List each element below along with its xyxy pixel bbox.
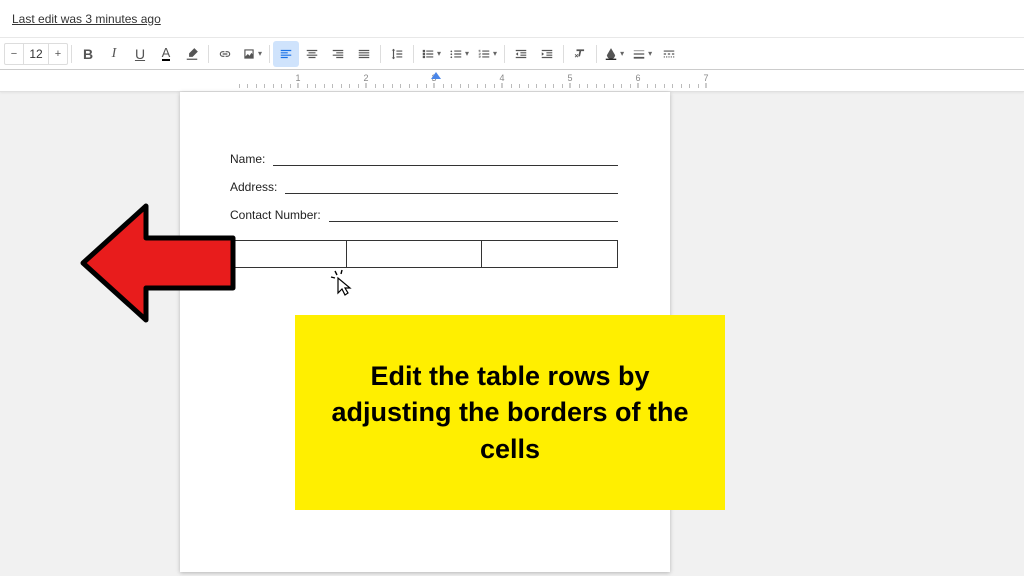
toolbar: − 12 + B I U A ▾ ▾ ▾ ▾ [0, 38, 1024, 70]
ruler-indent-marker[interactable] [431, 72, 441, 79]
separator [71, 45, 72, 63]
separator [596, 45, 597, 63]
contact-label: Contact Number: [230, 208, 321, 222]
contact-line[interactable] [329, 208, 618, 222]
underline-button[interactable]: U [127, 41, 153, 67]
italic-button[interactable]: I [101, 41, 127, 67]
app-header: Last edit was 3 minutes ago [0, 0, 1024, 38]
name-line[interactable] [273, 152, 618, 166]
ruler-tick: 5 [567, 73, 572, 88]
ruler-tick: 1 [295, 73, 300, 88]
font-size-value[interactable]: 12 [23, 44, 49, 64]
insert-image-button[interactable]: ▾ [238, 41, 266, 67]
line-spacing-button[interactable] [384, 41, 410, 67]
separator [563, 45, 564, 63]
border-color-button[interactable]: ▾ [600, 41, 628, 67]
form-row-name: Name: [230, 152, 618, 166]
font-size-increase-button[interactable]: + [49, 44, 67, 64]
indent-decrease-button[interactable] [508, 41, 534, 67]
text-color-button[interactable]: A [153, 41, 179, 67]
indent-increase-button[interactable] [534, 41, 560, 67]
ruler[interactable]: 1234567 [0, 70, 1024, 92]
border-style-button[interactable] [656, 41, 682, 67]
font-size-stepper[interactable]: − 12 + [4, 43, 68, 65]
table-cell[interactable] [231, 241, 347, 267]
address-line[interactable] [285, 180, 618, 194]
ruler-tick: 2 [363, 73, 368, 88]
bullet-list-button[interactable]: ▾ [445, 41, 473, 67]
align-left-button[interactable] [273, 41, 299, 67]
clear-formatting-button[interactable] [567, 41, 593, 67]
align-justify-button[interactable] [351, 41, 377, 67]
last-edit-link[interactable]: Last edit was 3 minutes ago [12, 12, 161, 26]
ruler-tick: 6 [635, 73, 640, 88]
instruction-text: Edit the table rows by adjusting the bor… [323, 358, 697, 467]
address-label: Address: [230, 180, 277, 194]
checklist-button[interactable]: ▾ [417, 41, 445, 67]
separator [380, 45, 381, 63]
separator [269, 45, 270, 63]
highlight-button[interactable] [179, 41, 205, 67]
table-cell[interactable] [482, 241, 617, 267]
border-width-button[interactable]: ▾ [628, 41, 656, 67]
ruler-tick: 4 [499, 73, 504, 88]
instruction-callout: Edit the table rows by adjusting the bor… [295, 315, 725, 510]
align-center-button[interactable] [299, 41, 325, 67]
bold-button[interactable]: B [75, 41, 101, 67]
align-right-button[interactable] [325, 41, 351, 67]
separator [504, 45, 505, 63]
insert-link-button[interactable] [212, 41, 238, 67]
separator [208, 45, 209, 63]
document-table[interactable] [230, 240, 618, 268]
numbered-list-button[interactable]: ▾ [473, 41, 501, 67]
form-row-address: Address: [230, 180, 618, 194]
form-row-contact: Contact Number: [230, 208, 618, 222]
ruler-tick: 7 [703, 73, 708, 88]
separator [413, 45, 414, 63]
name-label: Name: [230, 152, 265, 166]
font-size-decrease-button[interactable]: − [5, 44, 23, 64]
table-cell[interactable] [347, 241, 482, 267]
